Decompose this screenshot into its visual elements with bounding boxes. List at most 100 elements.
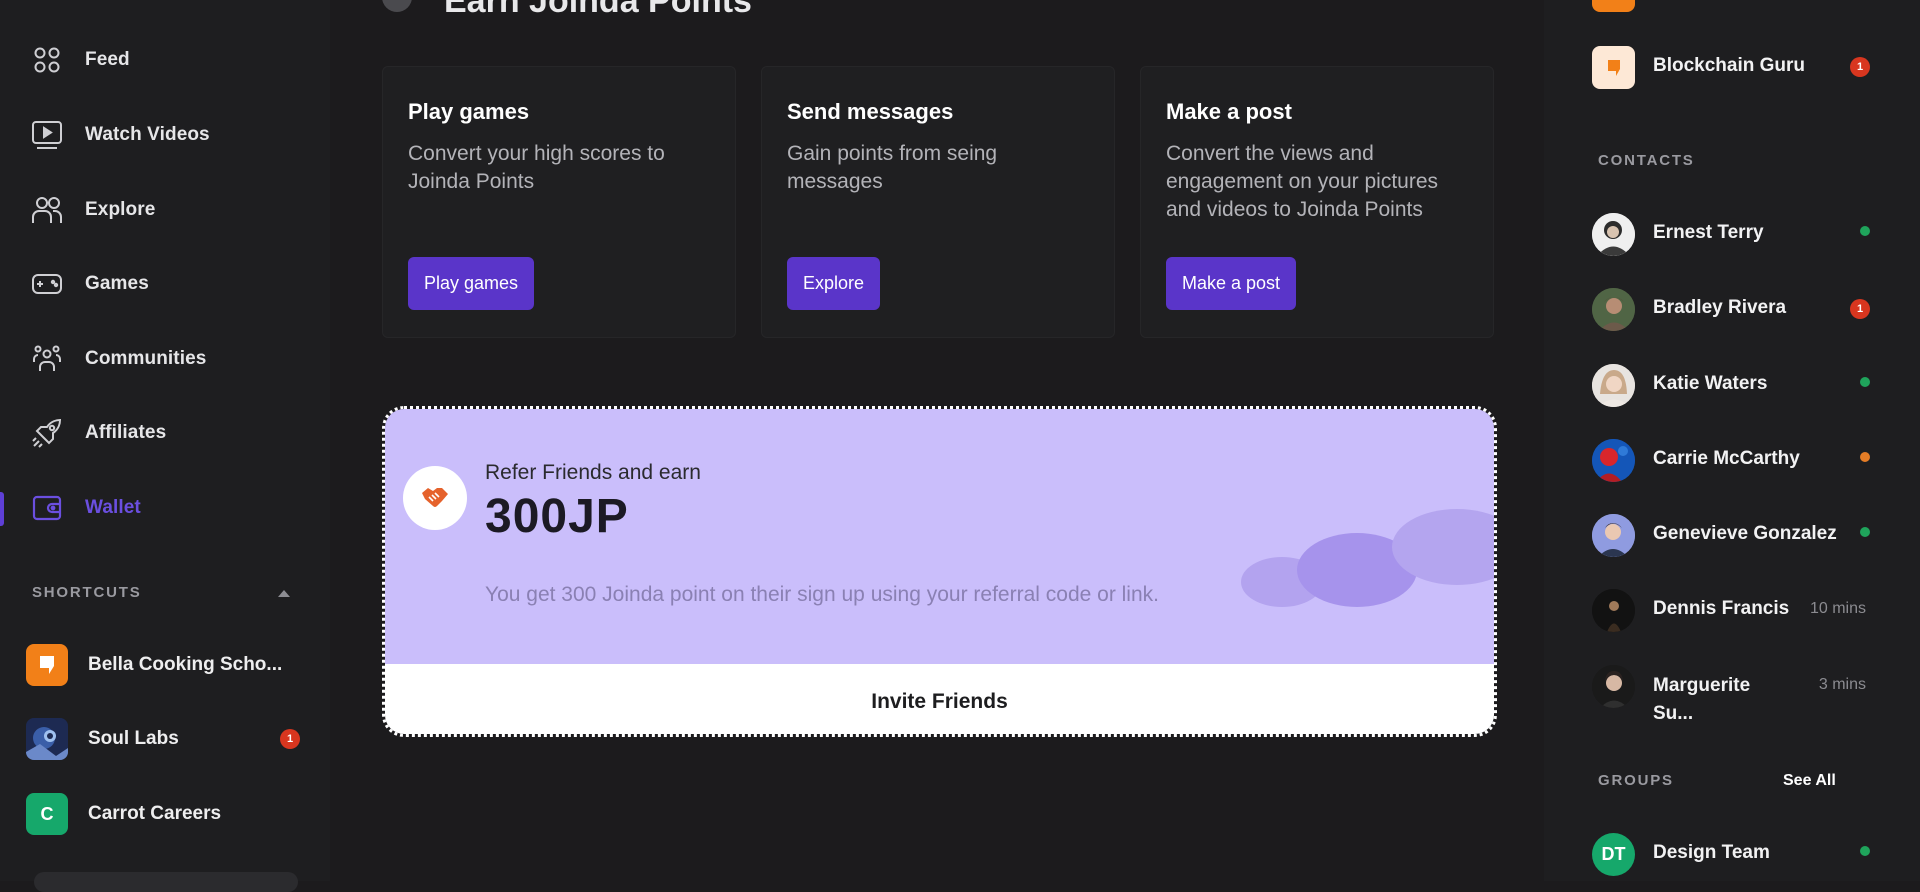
invite-friends-label: Invite Friends [871, 690, 1008, 713]
main-content: Earn Joinda Points Play games Convert yo… [330, 0, 1544, 881]
contact-name-line1: Marguerite [1653, 675, 1751, 696]
shortcut-label: Soul Labs [88, 728, 179, 749]
nav-label: Wallet [85, 497, 141, 518]
last-seen-time: 10 mins [1809, 600, 1866, 617]
shortcut-label: Carrot Careers [88, 803, 222, 824]
referral-subtitle: Refer Friends and earn [485, 461, 701, 484]
bella-cooking-avatar [26, 644, 68, 686]
contact-katie-waters[interactable]: Katie Waters [1544, 357, 1920, 413]
avatar [1592, 665, 1635, 708]
referral-card: Refer Friends and earn 300JP You get 300… [382, 406, 1497, 737]
contact-genevieve-gonzalez[interactable]: Genevieve Gonzalez [1544, 507, 1920, 563]
contact-ernest-terry[interactable]: Ernest Terry [1544, 206, 1920, 262]
nav-item-explore[interactable]: Explore [0, 182, 330, 238]
contact-name-line2: Su... [1653, 703, 1694, 724]
nav-item-wallet[interactable]: Wallet [0, 480, 330, 536]
online-status-icon [1860, 377, 1870, 387]
play-games-button[interactable]: Play games [408, 257, 535, 310]
online-status-icon [1860, 226, 1870, 236]
contact-carrie-mccarthy[interactable]: Carrie McCarthy [1544, 432, 1920, 488]
nav-label: Watch Videos [85, 124, 210, 145]
contact-bradley-rivera[interactable]: Bradley Rivera 1 [1544, 281, 1920, 337]
rocket-icon [31, 417, 63, 449]
shortcut-soul-labs[interactable]: Soul Labs 1 [0, 711, 330, 767]
shortcut-bella-cooking[interactable]: Bella Cooking Scho... [0, 637, 330, 693]
grid-icon [31, 44, 63, 76]
nav-item-feed[interactable]: Feed [0, 32, 330, 88]
online-status-icon [1860, 527, 1870, 537]
card-send-messages: Send messages Gain points from seing mes… [761, 66, 1115, 338]
avatar [1592, 364, 1635, 407]
nav-label: Affiliates [85, 422, 167, 443]
avatar [1592, 514, 1635, 557]
wallet-icon [31, 492, 63, 524]
invite-friends-button[interactable]: Invite Friends [385, 664, 1494, 734]
group-design-team[interactable]: DT Design Team [1544, 826, 1920, 882]
collapse-caret-icon[interactable] [278, 590, 290, 597]
referral-description: You get 300 Joinda point on their sign u… [485, 583, 1159, 606]
shortcut-label: Bella Cooking Scho... [88, 654, 283, 675]
carrot-careers-avatar: C [26, 793, 68, 835]
avatar [1592, 439, 1635, 482]
explore-button[interactable]: Explore [787, 257, 881, 310]
contact-name: Bradley Rivera [1653, 297, 1787, 318]
video-icon [31, 119, 63, 151]
shortcut-carrot-careers[interactable]: C Carrot Careers [0, 786, 330, 842]
shortcuts-title: SHORTCUTS [32, 584, 142, 601]
sidebar-bottom-control[interactable] [34, 872, 298, 892]
nav-item-affiliates[interactable]: Affiliates [0, 405, 330, 461]
avatar [1592, 589, 1635, 632]
card-title: Play games [408, 99, 530, 124]
gamepad-icon [31, 268, 63, 300]
notification-badge: 1 [1850, 57, 1870, 77]
contact-blockchain-guru[interactable]: Blockchain Guru 1 [1544, 39, 1920, 95]
contacts-title: CONTACTS [1598, 152, 1695, 169]
nav-item-watch-videos[interactable]: Watch Videos [0, 107, 330, 163]
contact-name: Genevieve Gonzalez [1653, 523, 1837, 544]
community-icon [31, 343, 63, 375]
title-icon [382, 0, 412, 12]
contact-name: Dennis Francis [1653, 598, 1790, 619]
nav-label: Games [85, 273, 149, 294]
handshake-icon [403, 466, 467, 530]
card-description: Gain points from seing messages [787, 142, 998, 193]
contact-name: Blockchain Guru [1653, 55, 1806, 76]
contact-name: Carrie McCarthy [1653, 448, 1800, 469]
contact-name: Katie Waters [1653, 373, 1768, 394]
avatar [1592, 213, 1635, 256]
groups-title: GROUPS [1598, 772, 1674, 789]
contact-dennis-francis[interactable]: Dennis Francis 10 mins [1544, 582, 1920, 638]
card-description: Convert the views and engagement on your… [1166, 142, 1439, 221]
nav-label: Explore [85, 199, 156, 220]
soul-labs-avatar [26, 718, 68, 760]
make-post-button[interactable]: Make a post [1166, 257, 1297, 310]
card-play-games: Play games Convert your high scores to J… [382, 66, 736, 338]
away-status-icon [1860, 452, 1870, 462]
group-avatar: DT [1592, 833, 1635, 876]
card-make-post: Make a post Convert the views and engage… [1140, 66, 1494, 338]
nav-label: Feed [85, 49, 130, 70]
people-icon [31, 194, 63, 226]
contact-marguerite[interactable]: Marguerite Su... 3 mins [1544, 658, 1920, 738]
see-all-link[interactable]: See All [1783, 772, 1836, 790]
blockchain-guru-avatar [1592, 46, 1635, 89]
nav-item-communities[interactable]: Communities [0, 331, 330, 387]
page-title: Earn Joinda Points [444, 0, 752, 20]
left-sidebar: Feed Watch Videos Explore Games Communit… [0, 0, 330, 892]
card-description: Convert your high scores to Joinda Point… [408, 142, 665, 193]
nav-item-games[interactable]: Games [0, 256, 330, 312]
referral-amount: 300JP [485, 490, 629, 543]
group-name: Design Team [1653, 842, 1770, 863]
contact-name: Marguerite Su... [1653, 672, 1750, 728]
avatar [1592, 288, 1635, 331]
online-status-icon [1860, 846, 1870, 856]
community-avatar-partial [1592, 0, 1635, 12]
contact-name: Ernest Terry [1653, 222, 1764, 243]
referral-banner: Refer Friends and earn 300JP You get 300… [385, 409, 1494, 664]
notification-badge: 1 [280, 729, 300, 749]
last-seen-time: 3 mins [1818, 676, 1866, 693]
notification-badge: 1 [1850, 299, 1870, 319]
card-title: Send messages [787, 99, 954, 124]
right-panel: Blockchain Guru 1 CONTACTS Ernest Terry … [1544, 0, 1920, 881]
nav-label: Communities [85, 348, 207, 369]
